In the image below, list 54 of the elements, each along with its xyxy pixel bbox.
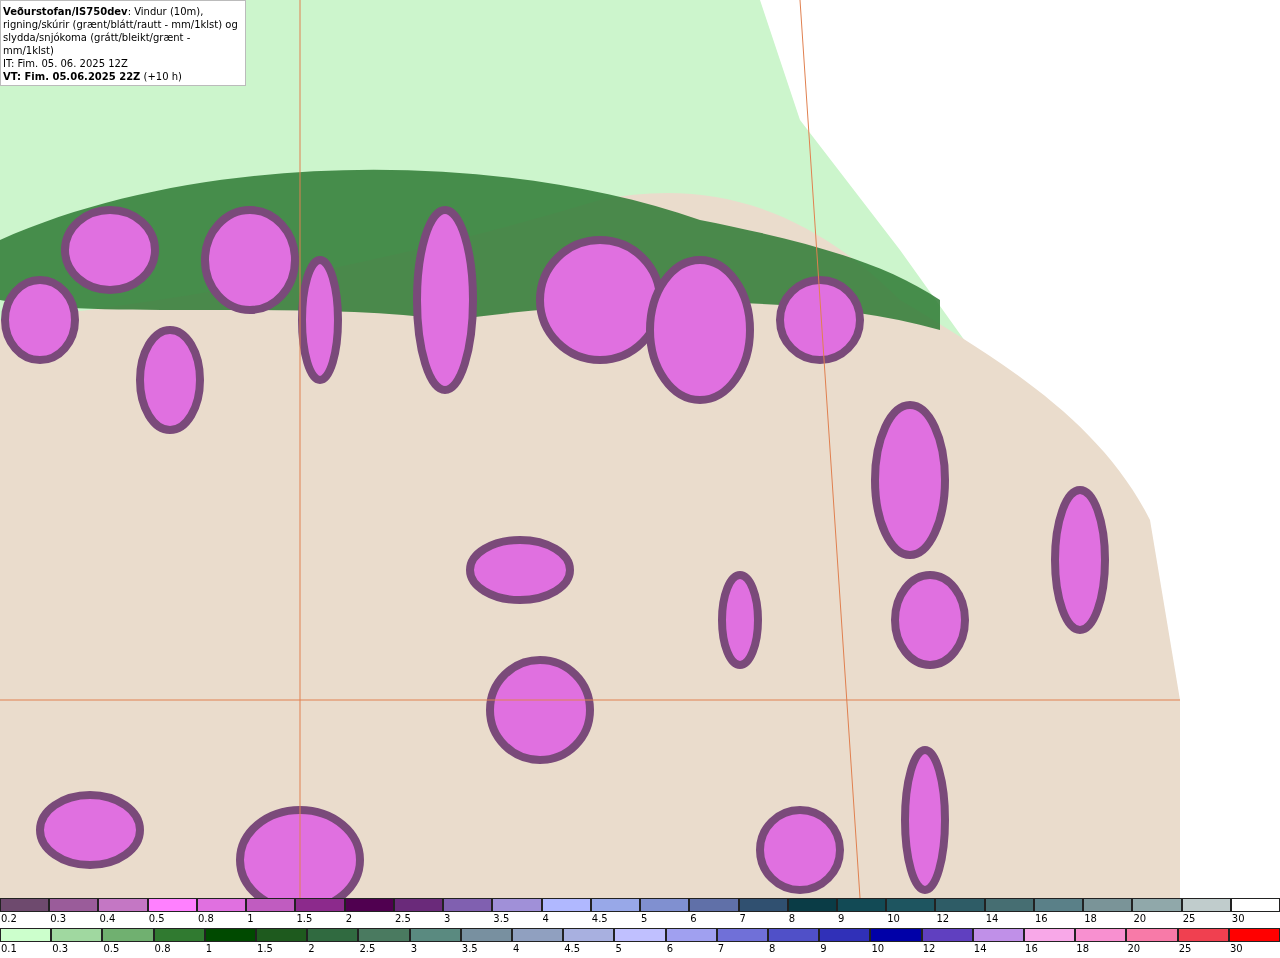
- legend-label: 30: [1228, 942, 1244, 956]
- legend-label: 7: [716, 942, 726, 956]
- legend-label: 20: [1132, 912, 1148, 926]
- legend-label: 1: [204, 942, 214, 956]
- legend-label: 12: [935, 912, 951, 926]
- legend-label: 2.5: [393, 912, 412, 926]
- legend-label: 4.5: [563, 942, 582, 956]
- legend-label: 2: [307, 942, 316, 956]
- legend-label: 9: [837, 912, 846, 926]
- legend-label: 0.5: [147, 912, 166, 926]
- legend-label: 2: [344, 912, 353, 926]
- legend-label: 18: [1075, 942, 1090, 956]
- legend-label: 0.3: [49, 912, 68, 926]
- legend-label: 0.4: [98, 912, 117, 926]
- legend-label: 3.5: [460, 942, 479, 956]
- legend-label: 0.2: [0, 912, 18, 926]
- legend-label: 0.1: [0, 942, 18, 956]
- legend-label: 0.8: [153, 942, 172, 956]
- legend-label: 5: [614, 942, 623, 956]
- legend-label: 0.3: [51, 942, 70, 956]
- legend-label: 4.5: [590, 912, 609, 926]
- legend-label: 3.5: [492, 912, 511, 926]
- legend-label: 16: [1033, 912, 1049, 926]
- legend-label: 25: [1181, 912, 1197, 926]
- legend-label: 6: [689, 912, 698, 926]
- legend-label: 10: [886, 912, 901, 926]
- legend-label: 7: [738, 912, 747, 926]
- legend-label: 16: [1024, 942, 1039, 956]
- legend-label: 4: [512, 942, 521, 956]
- legend-label: 9: [819, 942, 828, 956]
- legend-label: 3: [443, 912, 452, 926]
- initial-time: IT: Fim. 05. 06. 2025 12Z: [3, 57, 129, 70]
- legend-label: 2.5: [358, 942, 377, 956]
- legend-label: 6: [665, 942, 674, 956]
- legend-label: 18: [1083, 912, 1098, 926]
- legend-label: 5: [640, 912, 649, 926]
- legend-label: 1: [246, 912, 255, 926]
- valid-time: VT: Fim. 05.06.2025 22Z (+10 h): [3, 70, 183, 83]
- legend-label: 30: [1230, 912, 1246, 926]
- legend-label: 20: [1126, 942, 1142, 956]
- map-description: Veðurstofan/IS750dev: Vindur (10m), rigning/skúrir (grænt/blátt/rautt - mm/1klst) og slydda/snjókoma (grátt/bleikt/grænt - mm/1klst): [3, 5, 239, 57]
- legend-label: 8: [768, 942, 777, 956]
- legend-label: 14: [984, 912, 1000, 926]
- legend-label: 25: [1177, 942, 1193, 956]
- legend-label: 1.5: [295, 912, 314, 926]
- legend-label: 1.5: [256, 942, 274, 956]
- legend-label: 3: [409, 942, 418, 956]
- legend-label: 12: [921, 942, 937, 956]
- legend-label: 14: [972, 942, 988, 956]
- legend-label: 0.8: [196, 912, 215, 926]
- legend-label: 8: [787, 912, 797, 926]
- legend-label: 0.5: [102, 942, 121, 956]
- legend-label: 4: [541, 912, 550, 926]
- legend-label: 10: [870, 942, 886, 956]
